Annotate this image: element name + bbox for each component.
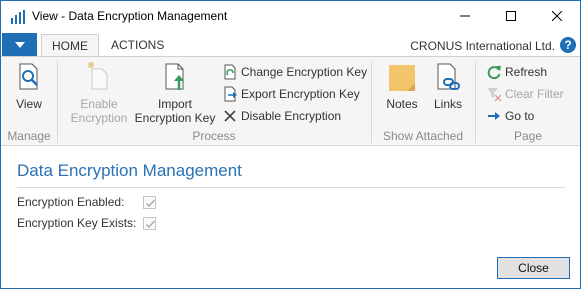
links-icon (432, 61, 464, 93)
notes-icon (386, 61, 418, 93)
title-divider (17, 187, 565, 188)
import-key-icon (159, 61, 191, 93)
disable-encryption-label: Disable Encryption (241, 109, 342, 123)
close-window-button[interactable] (534, 1, 580, 31)
group-page: Refresh Clear Filter Go to Page (476, 57, 580, 146)
ribbon-tab-row: HOME ACTIONS CRONUS International Ltd. ? (1, 31, 580, 56)
field-label: Encryption Enabled: (17, 195, 125, 209)
checkmark-icon (146, 220, 156, 228)
change-encryption-key-button[interactable]: Change Encryption Key (222, 62, 367, 82)
maximize-button[interactable] (488, 1, 534, 31)
page-title: Data Encryption Management (17, 161, 242, 180)
ribbon: View Manage Enable Encryption Import Enc… (1, 56, 580, 146)
group-label-process: Process (192, 129, 236, 143)
notes-button[interactable]: Notes (382, 61, 422, 111)
app-window: View - Data Encryption Management HOME A… (0, 0, 581, 289)
tab-actions[interactable]: ACTIONS (101, 34, 174, 56)
change-key-label: Change Encryption Key (241, 65, 368, 79)
minimize-button[interactable] (442, 1, 488, 31)
group-label-page: Page (513, 129, 543, 143)
encryption-key-exists-checkbox[interactable] (143, 216, 156, 230)
help-icon[interactable]: ? (560, 37, 576, 53)
page-content: Data Encryption Management Encryption En… (1, 147, 580, 288)
view-label: View (16, 97, 42, 111)
group-manage: View Manage (1, 57, 57, 146)
app-logo-icon (10, 9, 26, 25)
import-key-label-1: Import (157, 97, 192, 111)
group-process: Enable Encryption Import Encryption Key (58, 57, 370, 146)
arrow-right-icon (486, 108, 502, 124)
field-encryption-enabled: Encryption Enabled: (17, 193, 156, 211)
disable-encryption-button[interactable]: Disable Encryption (222, 106, 341, 126)
view-magnifier-icon (13, 61, 45, 93)
clear-filter-label: Clear Filter (505, 87, 564, 101)
group-show-attached: Notes Links Show Attached (372, 57, 474, 146)
caret-down-icon (14, 41, 25, 48)
go-to-label: Go to (505, 109, 535, 123)
export-key-label: Export Encryption Key (241, 87, 360, 101)
export-encryption-key-button[interactable]: Export Encryption Key (222, 84, 360, 104)
refresh-label: Refresh (505, 65, 548, 79)
export-key-icon (222, 86, 238, 102)
enable-encryption-label-2: Encryption (70, 111, 128, 125)
clear-filter-button[interactable]: Clear Filter (486, 84, 564, 104)
window-title: View - Data Encryption Management (32, 9, 228, 23)
refresh-button[interactable]: Refresh (486, 62, 547, 82)
disable-x-icon (222, 108, 238, 124)
field-encryption-key-exists: Encryption Key Exists: (17, 214, 156, 232)
tab-home[interactable]: HOME (41, 34, 99, 56)
change-key-icon (222, 64, 238, 80)
links-label: Links (433, 97, 462, 111)
application-menu-button[interactable] (2, 33, 37, 56)
encryption-enabled-checkbox[interactable] (143, 195, 156, 209)
links-button[interactable]: Links (428, 61, 468, 111)
enable-encryption-button[interactable]: Enable Encryption (66, 61, 132, 125)
view-button[interactable]: View (5, 61, 53, 111)
enable-encryption-icon (83, 61, 115, 93)
notes-label: Notes (386, 97, 418, 111)
close-button[interactable]: Close (497, 257, 570, 279)
import-key-label-2: Encryption Key (134, 111, 216, 125)
checkmark-icon (146, 199, 156, 207)
refresh-icon (486, 64, 502, 80)
title-bar: View - Data Encryption Management (1, 1, 580, 31)
field-label: Encryption Key Exists: (17, 216, 137, 230)
group-label-manage: Manage (7, 129, 51, 143)
import-encryption-key-button[interactable]: Import Encryption Key (134, 61, 216, 125)
go-to-button[interactable]: Go to (486, 106, 534, 126)
group-label-show-attached: Show Attached (382, 129, 464, 143)
enable-encryption-label-1: Enable (80, 97, 118, 111)
company-name[interactable]: CRONUS International Ltd. (410, 39, 555, 53)
clear-filter-icon (486, 86, 502, 102)
